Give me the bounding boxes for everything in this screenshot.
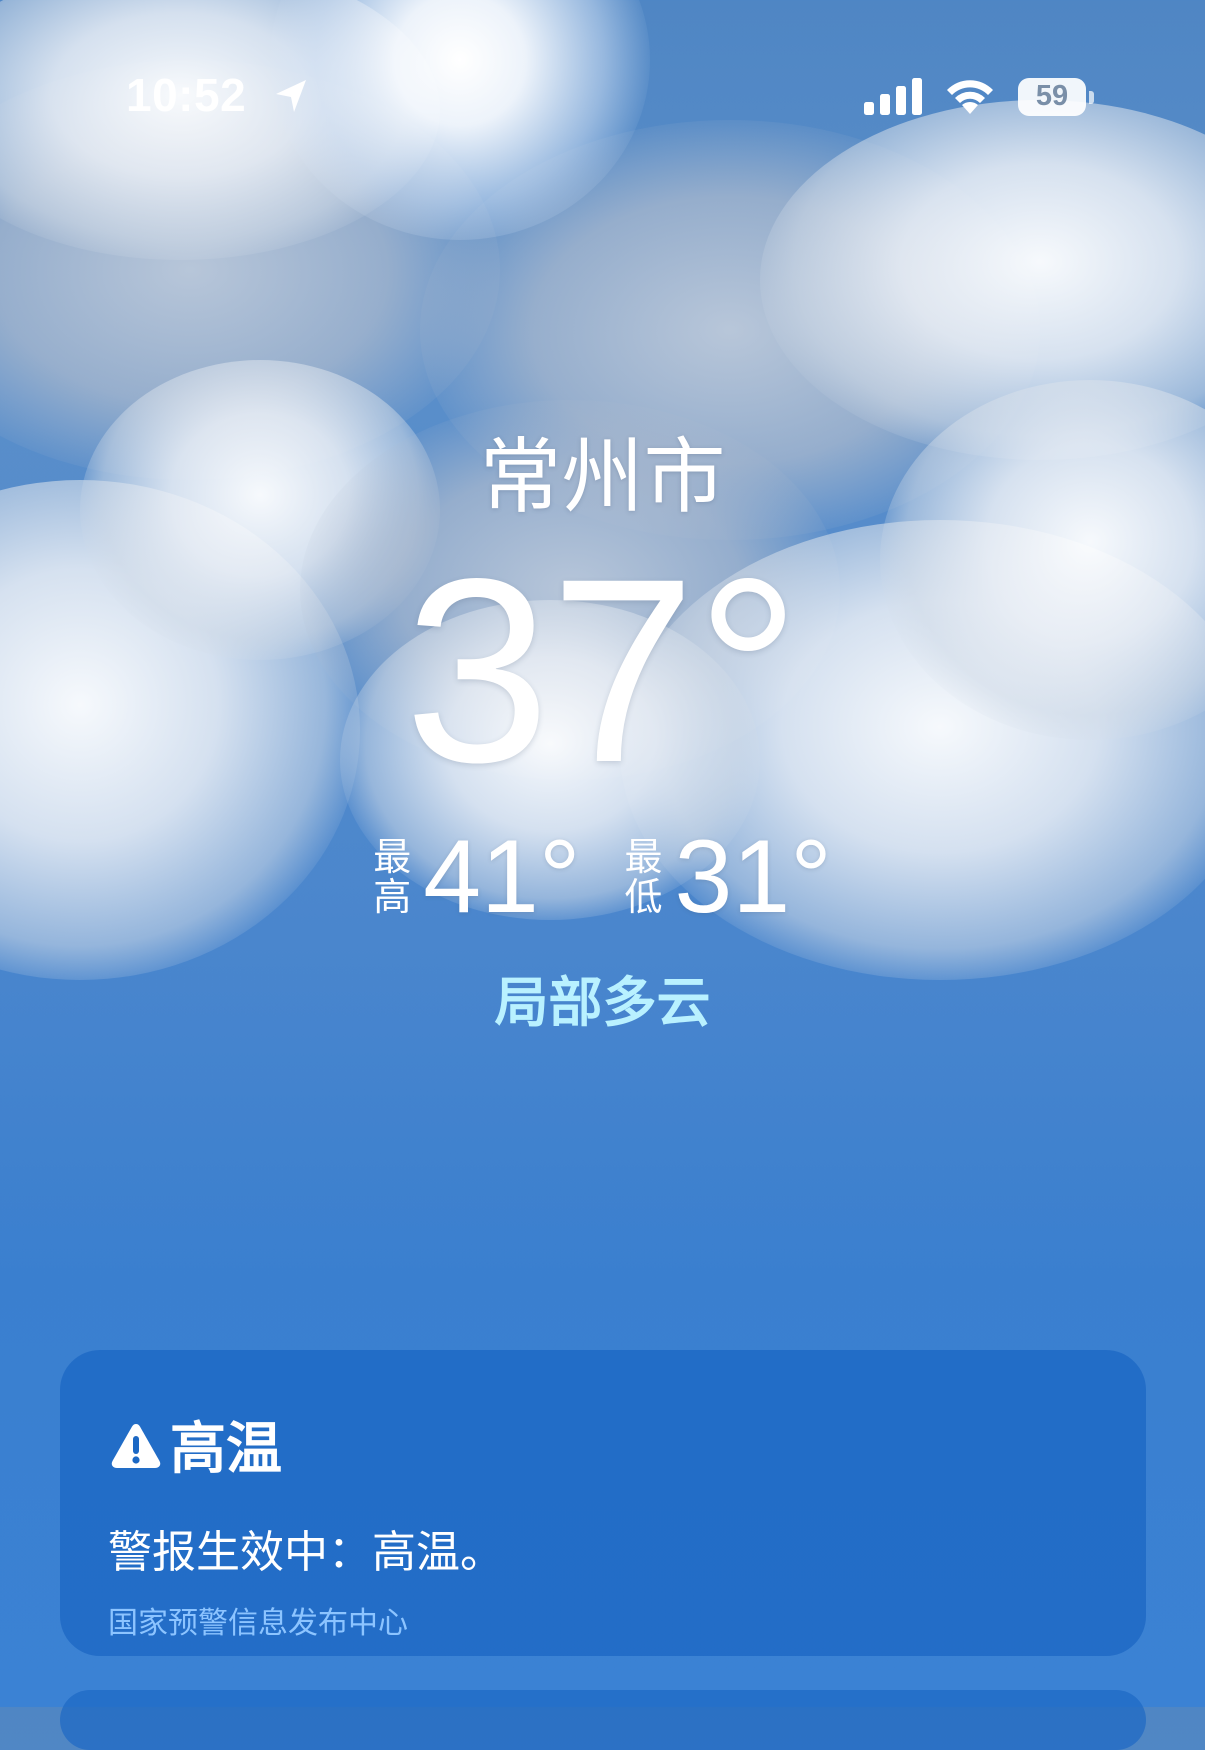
location-arrow-icon <box>276 80 306 112</box>
high-value: 41° <box>423 819 581 935</box>
battery-level: 59 <box>1035 80 1069 112</box>
low-value: 31° <box>674 819 832 935</box>
battery-icon: 59 <box>1018 78 1094 118</box>
status-time: 10:52 <box>126 69 247 121</box>
next-card[interactable] <box>60 1690 1146 1750</box>
city-name: 常州市 <box>479 430 726 525</box>
wifi-icon <box>947 80 993 114</box>
signal-icon <box>864 78 922 115</box>
alert-header: 高温 <box>110 1404 282 1485</box>
high-label: 最 高 <box>373 835 412 919</box>
weather-alert-card[interactable]: 高温 警报生效中：高温。 国家预警信息发布中心 <box>60 1350 1146 1656</box>
warning-icon <box>111 1423 161 1468</box>
status-bar: 10:52 59 <box>0 0 1205 200</box>
alert-title: 高温 <box>170 1417 282 1482</box>
current-temperature: 37° <box>404 524 801 817</box>
high-temperature: 最 高 41° <box>373 825 580 929</box>
high-low-temperatures: 最 高 41° 最 低 31° <box>0 822 1205 932</box>
low-temperature: 最 低 31° <box>625 825 832 929</box>
low-label: 最 低 <box>624 835 663 919</box>
alert-source[interactable]: 国家预警信息发布中心 <box>108 1598 408 1642</box>
weather-condition: 局部多云 <box>494 971 711 1034</box>
alert-body: 警报生效中：高温。 <box>108 1527 504 1578</box>
